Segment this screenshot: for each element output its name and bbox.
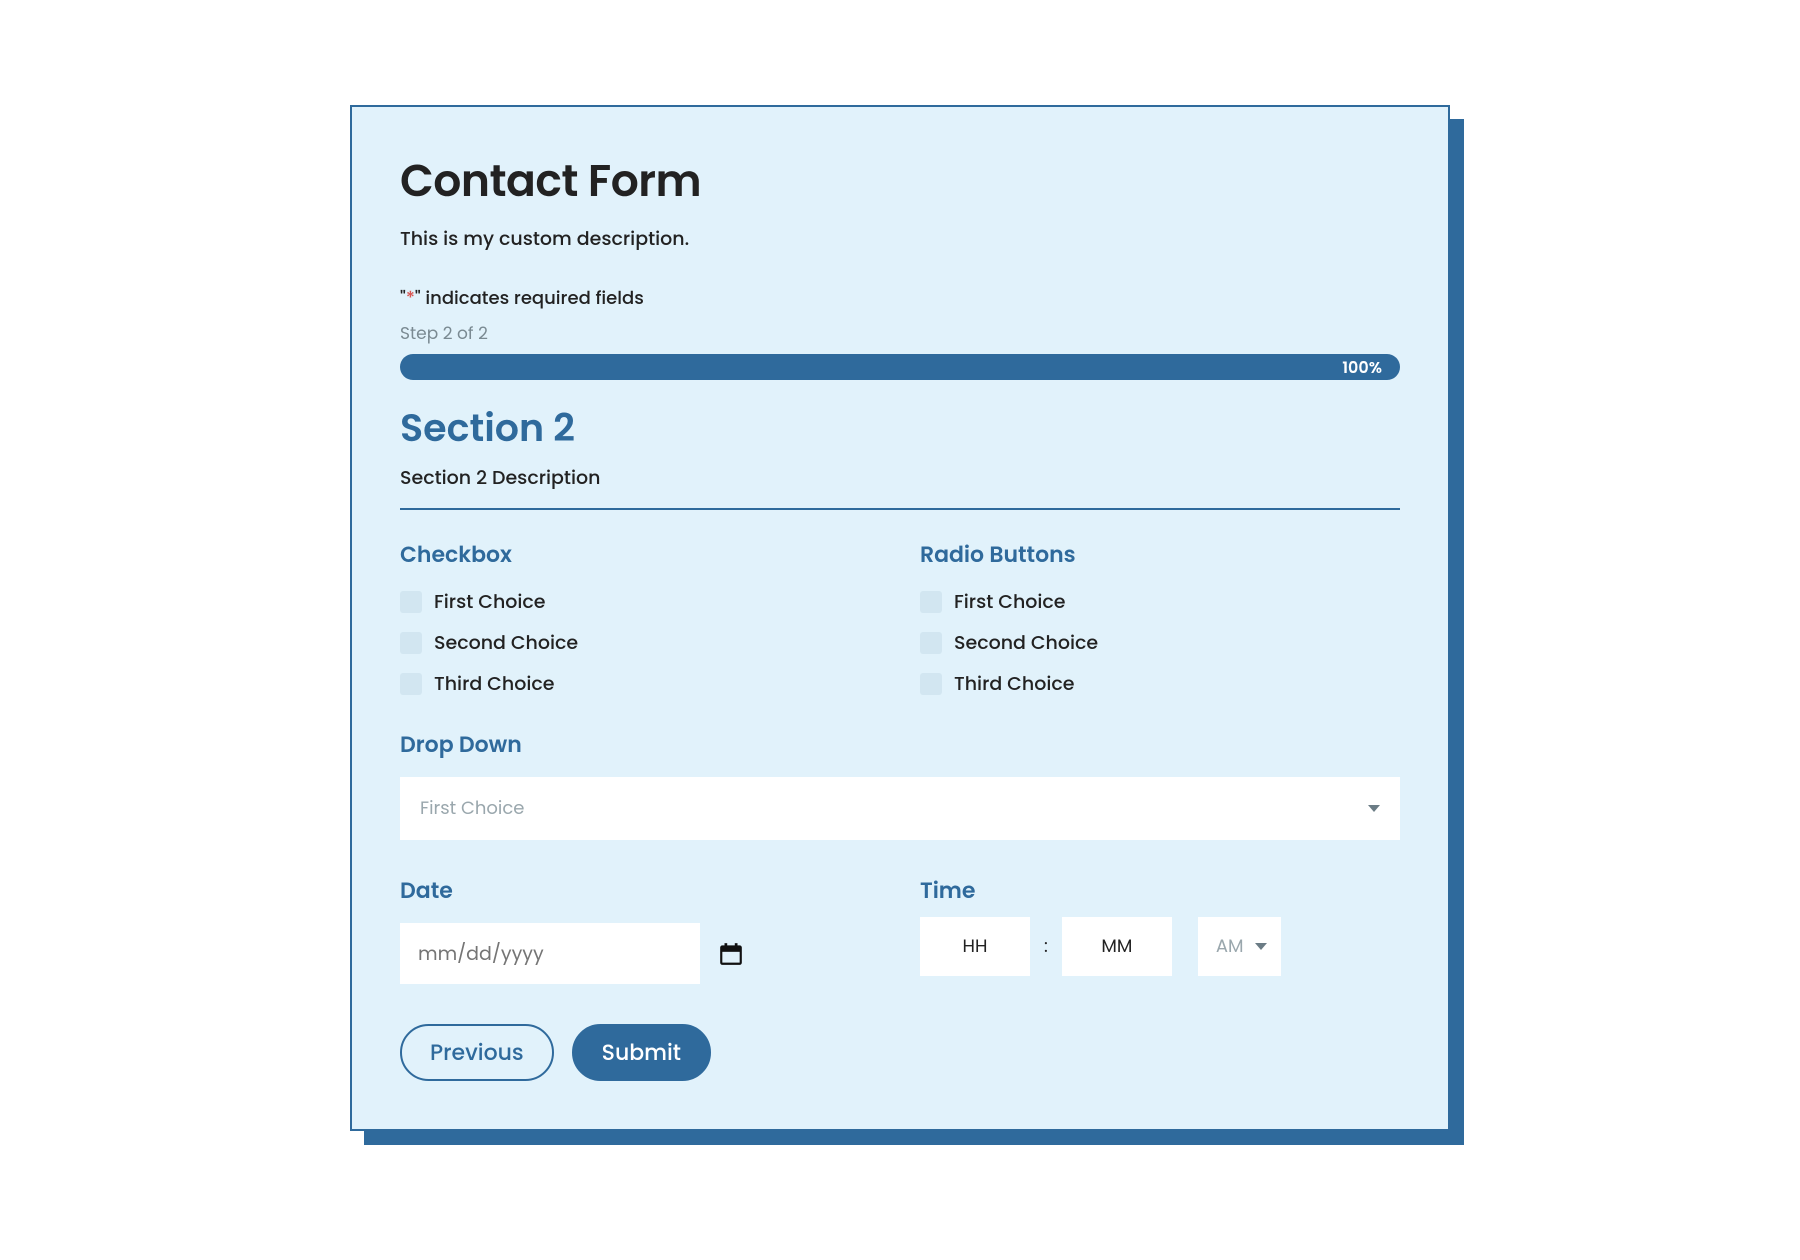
date-column: Date <box>400 874 880 984</box>
time-minute-input[interactable] <box>1062 917 1172 976</box>
form-description: This is my custom description. <box>400 224 1400 253</box>
section-divider <box>400 508 1400 510</box>
checkbox-input[interactable] <box>400 632 422 654</box>
required-note-text: indicates required fields <box>421 286 644 311</box>
checkbox-option-label: Third Choice <box>434 669 554 698</box>
required-fields-note: "*" indicates required fields <box>400 285 1400 312</box>
time-ampm-select[interactable]: AM <box>1198 917 1282 976</box>
radio-item: Third Choice <box>920 669 1400 698</box>
radio-option-label: First Choice <box>954 587 1066 616</box>
checkbox-item: First Choice <box>400 587 880 616</box>
radio-input[interactable] <box>920 632 942 654</box>
radio-option-label: Second Choice <box>954 628 1098 657</box>
progress-bar: 100% <box>400 354 1400 380</box>
time-colon: : <box>1042 933 1050 960</box>
radio-input[interactable] <box>920 591 942 613</box>
dropdown-field: Drop Down First Choice <box>400 728 1400 840</box>
time-hour-input[interactable] <box>920 917 1030 976</box>
checkbox-column: Checkbox First Choice Second Choice Thir… <box>400 538 880 698</box>
date-input[interactable] <box>400 923 700 984</box>
form-wrapper: Contact Form This is my custom descripti… <box>350 105 1450 1131</box>
radio-option-label: Third Choice <box>954 669 1074 698</box>
checkbox-list: First Choice Second Choice Third Choice <box>400 587 880 698</box>
section-description: Section 2 Description <box>400 463 1400 492</box>
radio-item: First Choice <box>920 587 1400 616</box>
checkbox-option-label: First Choice <box>434 587 546 616</box>
radio-label: Radio Buttons <box>920 538 1400 571</box>
radio-column: Radio Buttons First Choice Second Choice… <box>920 538 1400 698</box>
form-panel: Contact Form This is my custom descripti… <box>350 105 1450 1131</box>
time-column: Time : AM <box>920 874 1400 984</box>
checkbox-option-label: Second Choice <box>434 628 578 657</box>
chevron-down-icon <box>1368 805 1380 812</box>
date-label: Date <box>400 874 880 907</box>
dropdown-select[interactable]: First Choice <box>400 777 1400 840</box>
checkbox-label: Checkbox <box>400 538 880 571</box>
calendar-icon[interactable] <box>718 941 744 967</box>
form-title: Contact Form <box>400 149 1400 214</box>
radio-input[interactable] <box>920 673 942 695</box>
radio-item: Second Choice <box>920 628 1400 657</box>
progress-value: 100% <box>1342 355 1382 380</box>
radio-list: First Choice Second Choice Third Choice <box>920 587 1400 698</box>
choice-row: Checkbox First Choice Second Choice Thir… <box>400 538 1400 698</box>
time-input-row: : AM <box>920 917 1400 976</box>
checkbox-input[interactable] <box>400 591 422 613</box>
step-label: Step 2 of 2 <box>400 320 1400 346</box>
date-input-row <box>400 923 880 984</box>
dropdown-label: Drop Down <box>400 728 1400 761</box>
checkbox-item: Second Choice <box>400 628 880 657</box>
submit-button[interactable]: Submit <box>572 1024 711 1081</box>
datetime-row: Date Time : <box>400 874 1400 984</box>
previous-button[interactable]: Previous <box>400 1024 554 1081</box>
checkbox-item: Third Choice <box>400 669 880 698</box>
dropdown-wrap: First Choice <box>400 777 1400 840</box>
chevron-down-icon <box>1255 943 1267 950</box>
section-title: Section 2 <box>400 400 1400 457</box>
dropdown-selected-value: First Choice <box>420 795 524 822</box>
checkbox-input[interactable] <box>400 673 422 695</box>
time-label: Time <box>920 874 1400 907</box>
time-ampm-value: AM <box>1216 933 1244 960</box>
asterisk-icon: * <box>406 286 415 311</box>
button-row: Previous Submit <box>400 1024 1400 1081</box>
